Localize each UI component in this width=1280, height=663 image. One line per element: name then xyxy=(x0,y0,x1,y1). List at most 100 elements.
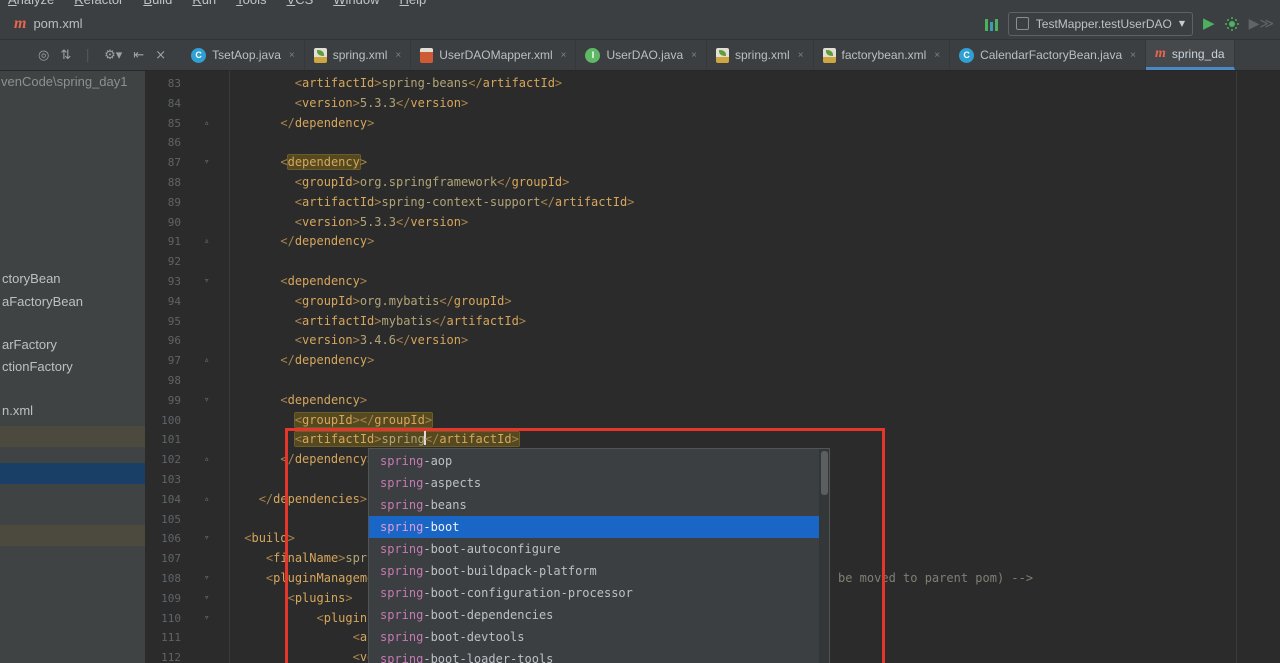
line-number: 86 xyxy=(153,133,181,153)
code-line[interactable]: <version>3.4.6</version> xyxy=(237,331,1280,351)
editor-tab[interactable]: UserDAOMapper.xml× xyxy=(411,40,576,70)
code-line[interactable] xyxy=(237,252,1280,272)
editor-tab[interactable]: factorybean.xml× xyxy=(814,40,951,70)
run-button[interactable]: ▶ xyxy=(1203,16,1215,31)
completion-item[interactable]: spring-boot-configuration-processor xyxy=(369,582,821,604)
code-line[interactable]: <version>5.3.3</version> xyxy=(237,94,1280,114)
code-line[interactable]: <dependency> xyxy=(237,391,1280,411)
line-number: 112 xyxy=(153,648,181,663)
tab-close-icon[interactable]: × xyxy=(395,50,401,61)
fold-marker-icon[interactable]: ▿ xyxy=(204,272,209,292)
code-line[interactable]: </dependency> xyxy=(237,351,1280,371)
line-number: 84 xyxy=(153,94,181,114)
menu-item[interactable]: Build xyxy=(143,0,172,7)
fold-marker-icon[interactable]: ▿ xyxy=(204,589,209,609)
breadcrumb[interactable]: pom.xml xyxy=(33,16,82,31)
completion-item[interactable]: spring-boot-buildpack-platform xyxy=(369,560,821,582)
line-number: 108 xyxy=(153,569,181,589)
code-line[interactable]: <artifactId>spring-context-support</arti… xyxy=(237,193,1280,213)
code-line[interactable]: </dependency> xyxy=(237,232,1280,252)
fold-marker-icon[interactable]: ▵ xyxy=(204,351,209,371)
line-number: 111 xyxy=(153,628,181,648)
line-number: 91 xyxy=(153,232,181,252)
fold-marker-icon[interactable]: ▿ xyxy=(204,569,209,589)
run-config-label: TestMapper.testUserDAO xyxy=(1036,17,1172,31)
completion-item[interactable]: spring-boot xyxy=(369,516,821,538)
project-selected-row[interactable] xyxy=(0,525,145,546)
line-number: 103 xyxy=(153,470,181,490)
fold-marker-icon[interactable]: ▿ xyxy=(204,609,209,629)
menu-item[interactable]: Refactor xyxy=(74,0,123,7)
code-line[interactable] xyxy=(237,371,1280,391)
project-tree-item[interactable]: n.xml xyxy=(2,403,33,418)
code-line[interactable]: <groupId>org.mybatis</groupId> xyxy=(237,292,1280,312)
spring-file-icon xyxy=(823,48,836,63)
completion-item[interactable]: spring-aop xyxy=(369,450,821,472)
menu-item[interactable]: Help xyxy=(400,0,427,7)
fold-marker-icon[interactable]: ▿ xyxy=(204,153,209,173)
collapse-all-icon[interactable]: ⇅ xyxy=(60,48,71,63)
run-config-combo[interactable]: TestMapper.testUserDAO ▼ xyxy=(1008,12,1193,36)
fold-marker-icon[interactable]: ▿ xyxy=(204,391,209,411)
fold-marker-icon[interactable]: ▿ xyxy=(204,529,209,549)
editor-tab[interactable]: CTsetAop.java× xyxy=(182,40,305,70)
hide-panel-icon[interactable]: ⇤ xyxy=(133,48,144,63)
project-tree-item[interactable]: ctionFactory xyxy=(2,359,73,374)
project-tree-item[interactable]: aFactoryBean xyxy=(2,294,83,309)
tab-close-icon[interactable]: × xyxy=(934,50,940,61)
menu-item[interactable]: Run xyxy=(192,0,216,7)
maven-file-icon: m xyxy=(1155,46,1166,61)
fold-marker-icon[interactable]: ▵ xyxy=(204,490,209,510)
completion-item[interactable]: spring-boot-loader-tools xyxy=(369,648,821,663)
editor-tab[interactable]: CCalendarFactoryBean.java× xyxy=(950,40,1146,70)
maven-icon: m xyxy=(14,15,26,33)
fold-marker-icon[interactable]: ▵ xyxy=(204,450,209,470)
tab-label: spring.xml xyxy=(735,48,790,62)
close-icon[interactable]: × xyxy=(155,48,166,63)
code-line[interactable]: <groupId>org.springframework</groupId> xyxy=(237,173,1280,193)
project-tree-item[interactable]: arFactory xyxy=(2,337,57,352)
project-selected-row[interactable] xyxy=(0,426,145,447)
fold-marker-icon[interactable]: ▵ xyxy=(204,232,209,252)
profile-button[interactable]: ▶≫ xyxy=(1249,17,1274,31)
fold-marker-icon[interactable]: ▵ xyxy=(204,114,209,134)
line-number: 90 xyxy=(153,213,181,233)
line-number: 100 xyxy=(153,411,181,431)
code-line[interactable]: <version>5.3.3</version> xyxy=(237,213,1280,233)
project-selected-row[interactable] xyxy=(0,463,145,484)
code-line[interactable]: </dependency> xyxy=(237,114,1280,134)
tab-label: TsetAop.java xyxy=(212,48,281,62)
tab-close-icon[interactable]: × xyxy=(289,50,295,61)
completion-item[interactable]: spring-boot-autoconfigure xyxy=(369,538,821,560)
completion-item[interactable]: spring-boot-dependencies xyxy=(369,604,821,626)
code-line[interactable]: <artifactId>spring-beans</artifactId> xyxy=(237,74,1280,94)
build-columns-icon[interactable] xyxy=(985,17,998,31)
code-line[interactable]: <dependency> xyxy=(237,153,1280,173)
menu-item[interactable]: Tools xyxy=(236,0,266,7)
menu-item[interactable]: Analyze xyxy=(8,0,54,7)
tab-close-icon[interactable]: × xyxy=(1130,50,1136,61)
editor-tab[interactable]: spring.xml× xyxy=(305,40,412,70)
editor-tab[interactable]: IUserDAO.java× xyxy=(576,40,707,70)
tab-label: UserDAO.java xyxy=(606,48,683,62)
code-line[interactable]: <artifactId>mybatis</artifactId> xyxy=(237,312,1280,332)
code-line[interactable] xyxy=(237,133,1280,153)
project-tree-item[interactable]: ctoryBean xyxy=(2,271,61,286)
popup-scrollbar-thumb[interactable] xyxy=(821,451,828,495)
editor-tab[interactable]: spring.xml × xyxy=(707,40,814,70)
menu-item[interactable]: Window xyxy=(333,0,379,7)
locate-icon[interactable]: ◎ xyxy=(38,48,49,63)
code-line[interactable]: <dependency> xyxy=(237,272,1280,292)
menu-item[interactable]: VCS xyxy=(287,0,314,7)
completion-item[interactable]: spring-aspects xyxy=(369,472,821,494)
tab-close-icon[interactable]: × xyxy=(691,50,697,61)
run-coverage-button[interactable] xyxy=(1225,17,1239,31)
tab-close-icon[interactable]: × xyxy=(798,50,804,61)
completion-item[interactable]: spring-beans xyxy=(369,494,821,516)
editor-tab[interactable]: mspring_da xyxy=(1146,40,1235,70)
code-line[interactable]: <groupId></groupId> xyxy=(237,411,1280,431)
settings-gear-icon[interactable]: ⚙▾ xyxy=(104,48,122,63)
completion-item[interactable]: spring-boot-devtools xyxy=(369,626,821,648)
line-number: 87 xyxy=(153,153,181,173)
tab-close-icon[interactable]: × xyxy=(561,50,567,61)
